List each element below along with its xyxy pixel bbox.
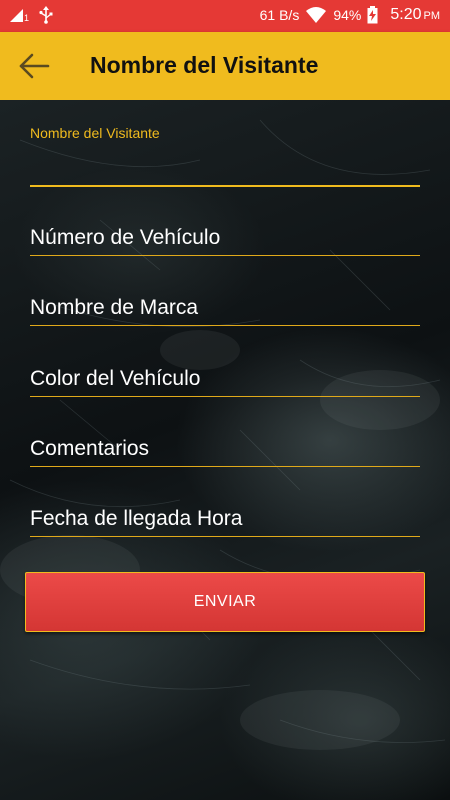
network-speed: 61 B/s <box>259 7 300 23</box>
usb-icon <box>38 6 54 24</box>
vehicle-color-underline <box>30 396 420 397</box>
arrival-datetime-underline <box>30 536 420 537</box>
arrival-datetime-placeholder: Fecha de llegada Hora <box>30 507 243 530</box>
comments-field[interactable]: Comentarios <box>30 426 420 467</box>
clock: 5:20 PM <box>390 6 440 24</box>
submit-button-label: ENVIAR <box>193 593 257 610</box>
page-title: Nombre del Visitante <box>90 52 319 78</box>
battery-charging-icon <box>367 6 378 24</box>
brand-name-placeholder: Nombre de Marca <box>30 296 199 319</box>
vehicle-number-placeholder: Número de Vehículo <box>30 226 221 249</box>
brand-name-underline <box>30 325 420 326</box>
visitor-name-floating-label: Nombre del Visitante <box>30 125 160 141</box>
submit-button[interactable]: ENVIAR <box>25 572 425 632</box>
vehicle-color-placeholder: Color del Vehículo <box>30 367 201 390</box>
comments-placeholder: Comentarios <box>30 437 150 460</box>
vehicle-number-underline <box>30 255 420 256</box>
vehicle-color-field[interactable]: Color del Vehículo <box>30 356 420 397</box>
visitor-name-underline <box>30 185 420 187</box>
arrival-datetime-field[interactable]: Fecha de llegada Hora <box>30 496 420 537</box>
app-bar: Nombre del Visitante <box>0 32 450 100</box>
status-left: 1 <box>8 6 54 24</box>
wifi-icon <box>305 6 327 24</box>
battery-level: 94% <box>333 7 362 23</box>
sim-label: 1 <box>24 13 30 23</box>
status-bar: 1 61 B/s 94% 5:20 PM <box>0 0 450 32</box>
comments-underline <box>30 466 420 467</box>
brand-name-field[interactable]: Nombre de Marca <box>30 285 420 326</box>
vehicle-number-field[interactable]: Número de Vehículo <box>30 215 420 256</box>
status-right: 61 B/s 94% 5:20 PM <box>260 6 440 24</box>
signal-icon: 1 <box>8 7 30 23</box>
arrow-left-icon <box>18 53 52 84</box>
clock-ampm: PM <box>423 10 441 22</box>
back-button[interactable] <box>18 52 52 80</box>
visitor-name-field[interactable] <box>30 145 420 187</box>
clock-time: 5:20 <box>390 6 422 23</box>
